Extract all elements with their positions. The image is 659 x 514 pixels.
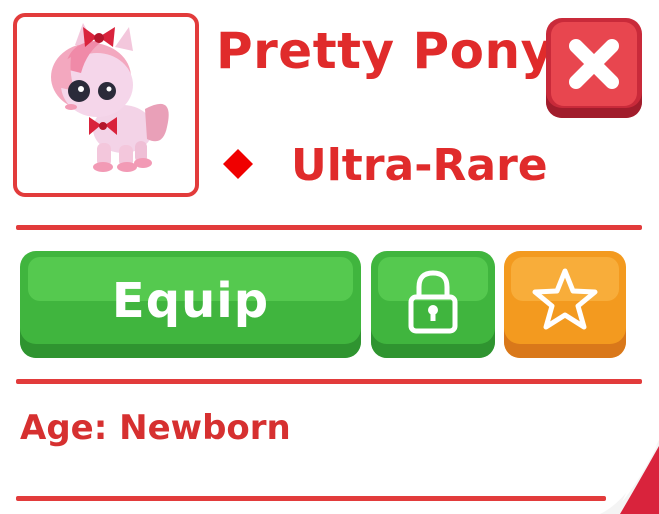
red-diamond-icon bbox=[223, 149, 253, 179]
equip-button[interactable]: Equip bbox=[20, 251, 361, 358]
padlock-icon bbox=[408, 270, 458, 334]
pony-portrait-icon bbox=[51, 23, 169, 172]
divider-bottom bbox=[16, 496, 606, 501]
pet-name: Pretty Pony bbox=[216, 22, 554, 80]
favorite-button[interactable] bbox=[504, 251, 626, 358]
pet-info-panel: Pretty Pony Ultra-Rare Equip Age: Newbor… bbox=[0, 0, 659, 514]
pet-age: Age: Newborn bbox=[20, 408, 291, 448]
divider-middle bbox=[16, 379, 642, 384]
divider-top bbox=[16, 225, 642, 230]
lock-button[interactable] bbox=[371, 251, 495, 358]
pet-thumbnail bbox=[13, 13, 199, 197]
equip-button-label: Equip bbox=[111, 273, 270, 329]
rarity-label: Ultra-Rare bbox=[291, 140, 548, 191]
star-icon bbox=[532, 268, 598, 330]
page-curl-icon bbox=[600, 440, 659, 514]
close-x-icon bbox=[569, 39, 619, 89]
close-button[interactable] bbox=[546, 18, 642, 118]
